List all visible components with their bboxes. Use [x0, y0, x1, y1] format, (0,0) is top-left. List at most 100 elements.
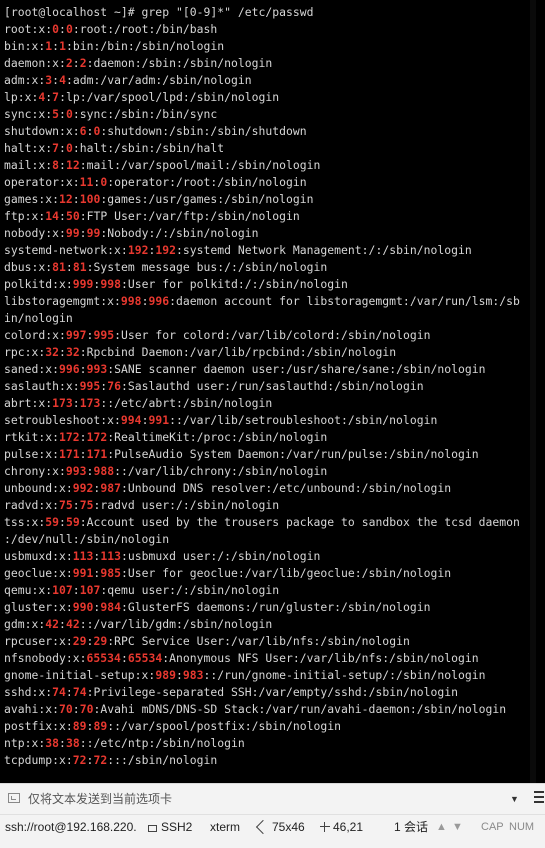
line-text: :FTP User:/var/ftp:/sbin/nologin: [79, 209, 300, 223]
grep-match: 995: [93, 328, 115, 342]
output-line: rtkit:x:172:172:RealtimeKit:/proc:/sbin/…: [4, 429, 520, 446]
line-text: ftp:x:: [4, 209, 46, 223]
line-text: rpc:x:: [4, 345, 46, 359]
terminal-size-label: 75x46: [272, 820, 305, 834]
line-text: saned:x:: [4, 362, 60, 376]
grep-match: 988: [93, 464, 115, 478]
scroll-up-icon[interactable]: ▲: [436, 815, 447, 839]
line-text: :usbmuxd user:/:/sbin/nologin: [120, 549, 321, 563]
grep-match: 7: [52, 141, 60, 155]
line-text: :: [59, 515, 66, 529]
grep-match: 0: [52, 22, 60, 36]
output-line: usbmuxd:x:113:113:usbmuxd user:/:/sbin/n…: [4, 548, 520, 565]
line-text: nfsnobody:x:: [4, 651, 87, 665]
line-text: ::/etc/abrt:/sbin/nologin: [100, 396, 273, 410]
crosshair-icon: [320, 822, 330, 832]
line-text: radvd:x:: [4, 498, 60, 512]
line-text: :Anonymous NFS User:/var/lib/nfs:/sbin/n…: [162, 651, 479, 665]
line-text: pulse:x:: [4, 447, 60, 461]
line-text: rpcuser:x:: [4, 634, 73, 648]
line-text: :root:/root:/bin/bash: [72, 22, 218, 36]
output-line: tss:x:59:59:Account used by the trousers…: [4, 514, 520, 531]
grep-match: 76: [107, 379, 121, 393]
line-text: :GlusterFS daemons:/run/gluster:/sbin/no…: [120, 600, 431, 614]
line-text: :: [59, 736, 66, 750]
line-text: usbmuxd:x:: [4, 549, 73, 563]
output-line: avahi:x:70:70:Avahi mDNS/DNS-SD Stack:/v…: [4, 701, 520, 718]
output-line: games:x:12:100:games:/usr/games:/sbin/no…: [4, 191, 520, 208]
line-text: :sync:/sbin:/bin/sync: [72, 107, 218, 121]
output-line: adm:x:3:4:adm:/var/adm:/sbin/nologin: [4, 72, 520, 89]
line-text: :: [72, 56, 80, 70]
line-text: :: [59, 158, 66, 172]
grep-match: 5: [52, 107, 60, 121]
output-line: gluster:x:990:984:GlusterFS daemons:/run…: [4, 599, 520, 616]
line-text: gnome-initial-setup:x:: [4, 668, 156, 682]
line-text: :daemon account for libstoragemgmt:/var/…: [169, 294, 520, 308]
send-text-icon[interactable]: [8, 793, 20, 803]
scrollbar-thumb[interactable]: [530, 0, 536, 783]
grep-match: 89: [72, 719, 87, 733]
grep-match: 32: [45, 345, 60, 359]
output-line: radvd:x:75:75:radvd user:/:/sbin/nologin: [4, 497, 520, 514]
menu-icon[interactable]: [534, 791, 545, 807]
line-text: :System message bus:/:/sbin/nologin: [86, 260, 328, 274]
line-text: :shutdown:/sbin:/sbin/shutdown: [100, 124, 307, 138]
lock-icon: [148, 825, 157, 832]
grep-match: 989: [155, 668, 176, 682]
grep-match: 173: [79, 396, 101, 410]
line-text: sshd:x:: [4, 685, 53, 699]
line-text: systemd-network:x:: [4, 243, 128, 257]
line-text: :adm:/var/adm:/sbin/nologin: [65, 73, 252, 87]
line-text: :Avahi mDNS/DNS-SD Stack:/var/run/avahi-…: [93, 702, 507, 716]
grep-match: 59: [45, 515, 60, 529]
output-line: colord:x:997:995:User for colord:/var/li…: [4, 327, 520, 344]
line-text: :: [59, 209, 66, 223]
grep-match: 0: [65, 22, 73, 36]
send-text-input[interactable]: 仅将文本发送到当前选项卡: [28, 790, 498, 808]
output-line: :/dev/null:/sbin/nologin: [4, 531, 520, 548]
output-line: mail:x:8:12:mail:/var/spool/mail:/sbin/n…: [4, 157, 520, 174]
vertical-scrollbar[interactable]: [529, 0, 537, 783]
output-line: chrony:x:993:988::/var/lib/chrony:/sbin/…: [4, 463, 520, 480]
grep-match: 173: [52, 396, 73, 410]
chevron-down-icon[interactable]: ▼: [510, 792, 522, 806]
line-text: qemu:x:: [4, 583, 53, 597]
line-text: :: [65, 685, 73, 699]
scroll-down-icon[interactable]: ▼: [452, 815, 463, 839]
send-text-bar[interactable]: 仅将文本发送到当前选项卡 ▼: [0, 783, 545, 814]
line-text: :User for colord:/var/lib/colord:/sbin/n…: [114, 328, 431, 342]
output-line: nfsnobody:x:65534:65534:Anonymous NFS Us…: [4, 650, 520, 667]
line-text: :: [79, 430, 87, 444]
line-text: :: [72, 583, 80, 597]
line-text: :: [59, 617, 66, 631]
status-bar: ssh://root@192.168.220. SSH2 xterm 75x46…: [0, 814, 545, 848]
output-line: nobody:x:99:99:Nobody:/:/sbin/nologin: [4, 225, 520, 242]
line-text: :: [79, 362, 87, 376]
output-line: bin:x:1:1:bin:/bin:/sbin/nologin: [4, 38, 520, 55]
line-text: setroubleshoot:x:: [4, 413, 121, 427]
line-text: :: [59, 22, 66, 36]
output-line: tcpdump:x:72:72:::/sbin/nologin: [4, 752, 520, 769]
output-line: systemd-network:x:192:192:systemd Networ…: [4, 242, 520, 259]
grep-match: 984: [100, 600, 121, 614]
grep-match: 50: [65, 209, 80, 223]
num-lock-indicator: NUM: [509, 821, 535, 833]
output-line: saned:x:996:993:SANE scanner daemon user…: [4, 361, 520, 378]
grep-match: 172: [86, 430, 108, 444]
line-text: :: [59, 107, 66, 121]
line-text: :operator:/root:/sbin/nologin: [107, 175, 307, 189]
line-text: bin:x:: [4, 39, 46, 53]
grep-match: 996: [59, 362, 80, 376]
output-line: in/nologin: [4, 310, 520, 327]
grep-match: 99: [86, 226, 101, 240]
grep-match: 171: [59, 447, 80, 461]
line-text: dbus:x:: [4, 260, 53, 274]
output-line: rpcuser:x:29:29:RPC Service User:/var/li…: [4, 633, 520, 650]
grep-match: 6: [79, 124, 87, 138]
output-line: lp:x:4:7:lp:/var/spool/lpd:/sbin/nologin: [4, 89, 520, 106]
output-line: sync:x:5:0:sync:/sbin:/bin/sync: [4, 106, 520, 123]
terminal-output[interactable]: [root@localhost ~]# grep "[0-9]*" /etc/p…: [0, 0, 537, 783]
cursor-position-label: 46,21: [333, 820, 364, 834]
grep-match: 993: [65, 464, 87, 478]
